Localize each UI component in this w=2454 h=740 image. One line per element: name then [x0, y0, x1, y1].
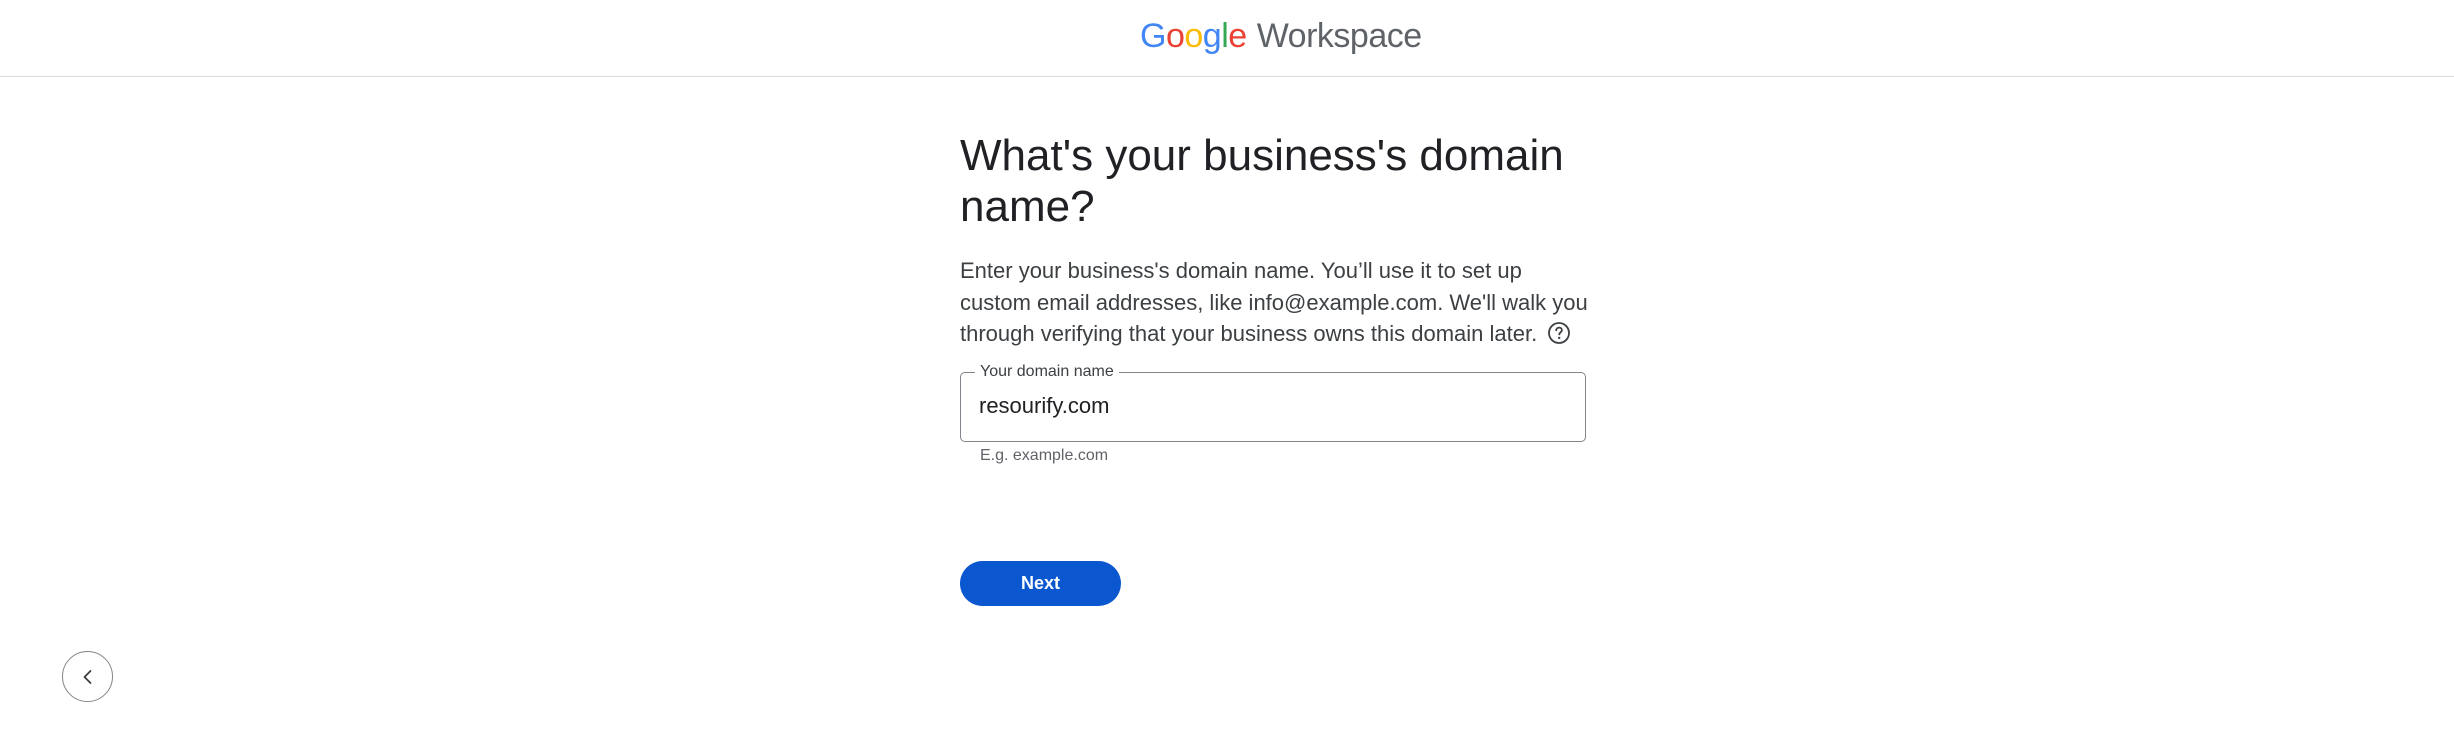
- page-description: Enter your business's domain name. You’l…: [960, 255, 1590, 350]
- domain-name-field[interactable]: Your domain name: [960, 362, 1586, 442]
- chevron-left-icon: [78, 667, 98, 687]
- header-bar: Google Workspace: [0, 0, 2454, 77]
- domain-name-input[interactable]: [979, 393, 1559, 419]
- back-button[interactable]: [62, 651, 113, 702]
- domain-name-label: Your domain name: [975, 362, 1119, 382]
- google-workspace-logo: Google Workspace: [1140, 14, 1422, 58]
- description-text: Enter your business's domain name. You’l…: [960, 258, 1588, 346]
- next-button[interactable]: Next: [960, 561, 1121, 606]
- page-title: What's your business's domain name?: [960, 131, 1564, 231]
- help-circle-icon[interactable]: [1547, 321, 1571, 345]
- domain-helper-text: E.g. example.com: [980, 447, 1109, 464]
- google-wordmark: Google: [1140, 16, 1247, 55]
- workspace-wordmark: Workspace: [1256, 16, 1422, 55]
